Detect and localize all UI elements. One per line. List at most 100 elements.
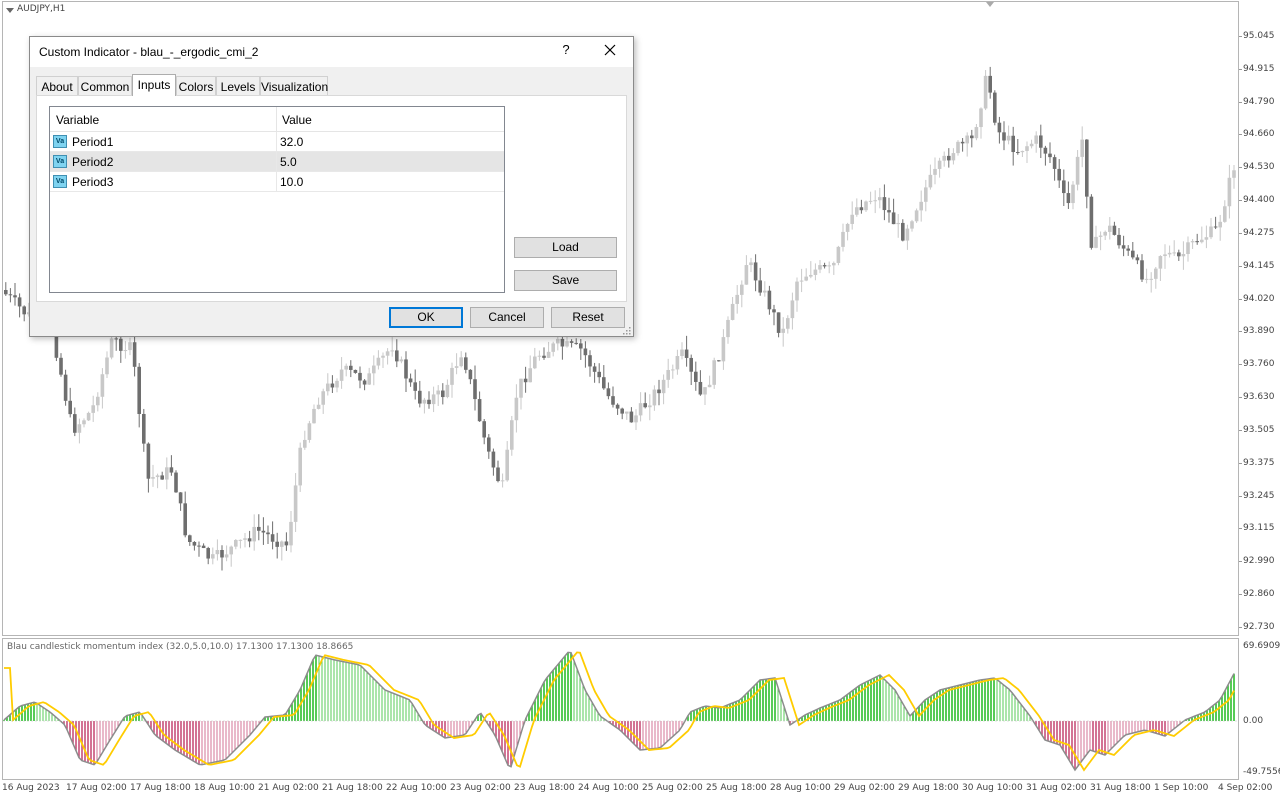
candle-body bbox=[418, 390, 422, 404]
candle-body bbox=[298, 447, 302, 486]
candle-body bbox=[947, 155, 951, 161]
price-axis-tick bbox=[1239, 364, 1242, 366]
candle-body bbox=[1029, 143, 1034, 147]
candle-body bbox=[937, 160, 942, 169]
candle-body bbox=[1204, 237, 1209, 240]
ok-button[interactable]: OK bbox=[389, 307, 463, 328]
save-button[interactable]: Save bbox=[514, 270, 617, 291]
candle-body bbox=[119, 338, 123, 351]
inputs-panel: Variable Value Va Period1 32.0 Va Period… bbox=[36, 95, 627, 302]
tab-inputs[interactable]: Inputs bbox=[132, 74, 176, 96]
candle-body bbox=[588, 355, 592, 367]
candle-body bbox=[758, 280, 762, 293]
candle-body bbox=[491, 451, 496, 468]
candle-body bbox=[404, 359, 408, 379]
candle-body bbox=[735, 294, 739, 304]
candle-body bbox=[215, 549, 220, 555]
candle-body bbox=[827, 265, 831, 267]
candle-body bbox=[652, 389, 657, 406]
candle-body bbox=[753, 262, 758, 281]
column-value-header[interactable]: Value bbox=[282, 113, 312, 127]
column-variable-header[interactable]: Variable bbox=[56, 113, 99, 127]
candle-body bbox=[730, 303, 735, 320]
time-axis-label: 21 Aug 18:00 bbox=[322, 783, 383, 793]
indicator-axis-min: -49.7556 bbox=[1243, 767, 1280, 777]
symbol-dropdown-icon[interactable] bbox=[6, 8, 14, 13]
candle-body bbox=[155, 475, 160, 478]
table-row[interactable]: Va Period3 10.0 bbox=[50, 172, 504, 192]
candle-body bbox=[928, 174, 933, 188]
candle-body bbox=[1011, 135, 1015, 153]
load-button[interactable]: Load bbox=[514, 237, 617, 258]
help-button[interactable]: ? bbox=[558, 42, 574, 60]
resize-grip-icon[interactable] bbox=[623, 327, 631, 335]
candle-body bbox=[1232, 170, 1236, 178]
candle-body bbox=[238, 539, 243, 541]
candle-body bbox=[993, 92, 997, 123]
candle-body bbox=[385, 351, 390, 356]
candle-body bbox=[1080, 139, 1084, 157]
time-axis-label: 31 Aug 02:00 bbox=[1026, 783, 1087, 793]
table-row[interactable]: Va Period2 5.0 bbox=[50, 152, 504, 172]
candle-body bbox=[307, 423, 312, 440]
price-axis-label: 94.790 bbox=[1243, 96, 1275, 107]
time-axis-label: 17 Aug 18:00 bbox=[130, 783, 191, 793]
candle-body bbox=[818, 265, 822, 270]
table-row[interactable]: Va Period1 32.0 bbox=[50, 132, 504, 152]
candle-body bbox=[109, 338, 114, 358]
price-axis-label: 93.630 bbox=[1243, 392, 1275, 403]
candle-body bbox=[275, 541, 279, 547]
candle-body bbox=[358, 372, 362, 381]
candle-body bbox=[560, 338, 565, 347]
candle-body bbox=[201, 545, 206, 549]
variable-value[interactable]: 10.0 bbox=[280, 175, 303, 189]
price-axis-tick bbox=[1239, 68, 1242, 70]
variable-value[interactable]: 5.0 bbox=[280, 155, 297, 169]
candle-body bbox=[809, 274, 813, 277]
candle-body bbox=[1200, 239, 1204, 243]
candle-body bbox=[781, 328, 785, 333]
time-axis-label: 1 Sep 10:00 bbox=[1154, 783, 1209, 793]
close-button[interactable] bbox=[600, 40, 620, 60]
candle-body bbox=[372, 365, 376, 374]
time-axis-label: 25 Aug 18:00 bbox=[706, 783, 767, 793]
header-divider[interactable] bbox=[276, 107, 277, 131]
candle-body bbox=[22, 306, 26, 315]
candle-body bbox=[1048, 153, 1052, 158]
candle-body bbox=[206, 548, 210, 559]
indicator-axis-zero: 0.00 bbox=[1243, 716, 1264, 726]
time-axis-label: 29 Aug 02:00 bbox=[834, 783, 895, 793]
variable-value[interactable]: 32.0 bbox=[280, 135, 303, 149]
tab-common[interactable]: Common bbox=[78, 76, 132, 95]
chart-shift-marker[interactable] bbox=[986, 2, 994, 7]
tab-visualization[interactable]: Visualization bbox=[260, 76, 328, 95]
variable-name: Period1 bbox=[72, 135, 114, 149]
tab-colors[interactable]: Colors bbox=[176, 76, 216, 95]
candle-body bbox=[114, 338, 118, 340]
candle-body bbox=[1172, 252, 1176, 254]
candle-body bbox=[1057, 168, 1061, 181]
reset-button[interactable]: Reset bbox=[551, 307, 625, 328]
inputs-table[interactable]: Variable Value Va Period1 32.0 Va Period… bbox=[49, 106, 505, 293]
candle-body bbox=[4, 290, 8, 295]
price-axis-label: 94.275 bbox=[1243, 227, 1275, 238]
candle-body bbox=[477, 399, 482, 422]
candle-body bbox=[565, 341, 569, 347]
candle-body bbox=[749, 262, 753, 266]
candle-body bbox=[261, 530, 266, 533]
candle-body bbox=[1126, 248, 1130, 251]
price-axis-label: 95.045 bbox=[1243, 31, 1275, 41]
tab-levels[interactable]: Levels bbox=[216, 76, 260, 95]
cancel-button[interactable]: Cancel bbox=[470, 307, 544, 328]
variable-icon: Va bbox=[53, 175, 67, 188]
close-icon bbox=[604, 44, 616, 56]
candle-body bbox=[270, 534, 275, 542]
candle-body bbox=[422, 399, 427, 404]
tab-about[interactable]: About bbox=[36, 76, 78, 95]
candle-body bbox=[698, 381, 703, 395]
dialog-titlebar[interactable]: Custom Indicator - blau_-_ergodic_cmi_2 … bbox=[30, 37, 633, 67]
candle-body bbox=[1163, 254, 1167, 257]
indicator-signal-line bbox=[4, 651, 1235, 772]
candle-body bbox=[882, 197, 887, 211]
candle-body bbox=[666, 369, 670, 380]
